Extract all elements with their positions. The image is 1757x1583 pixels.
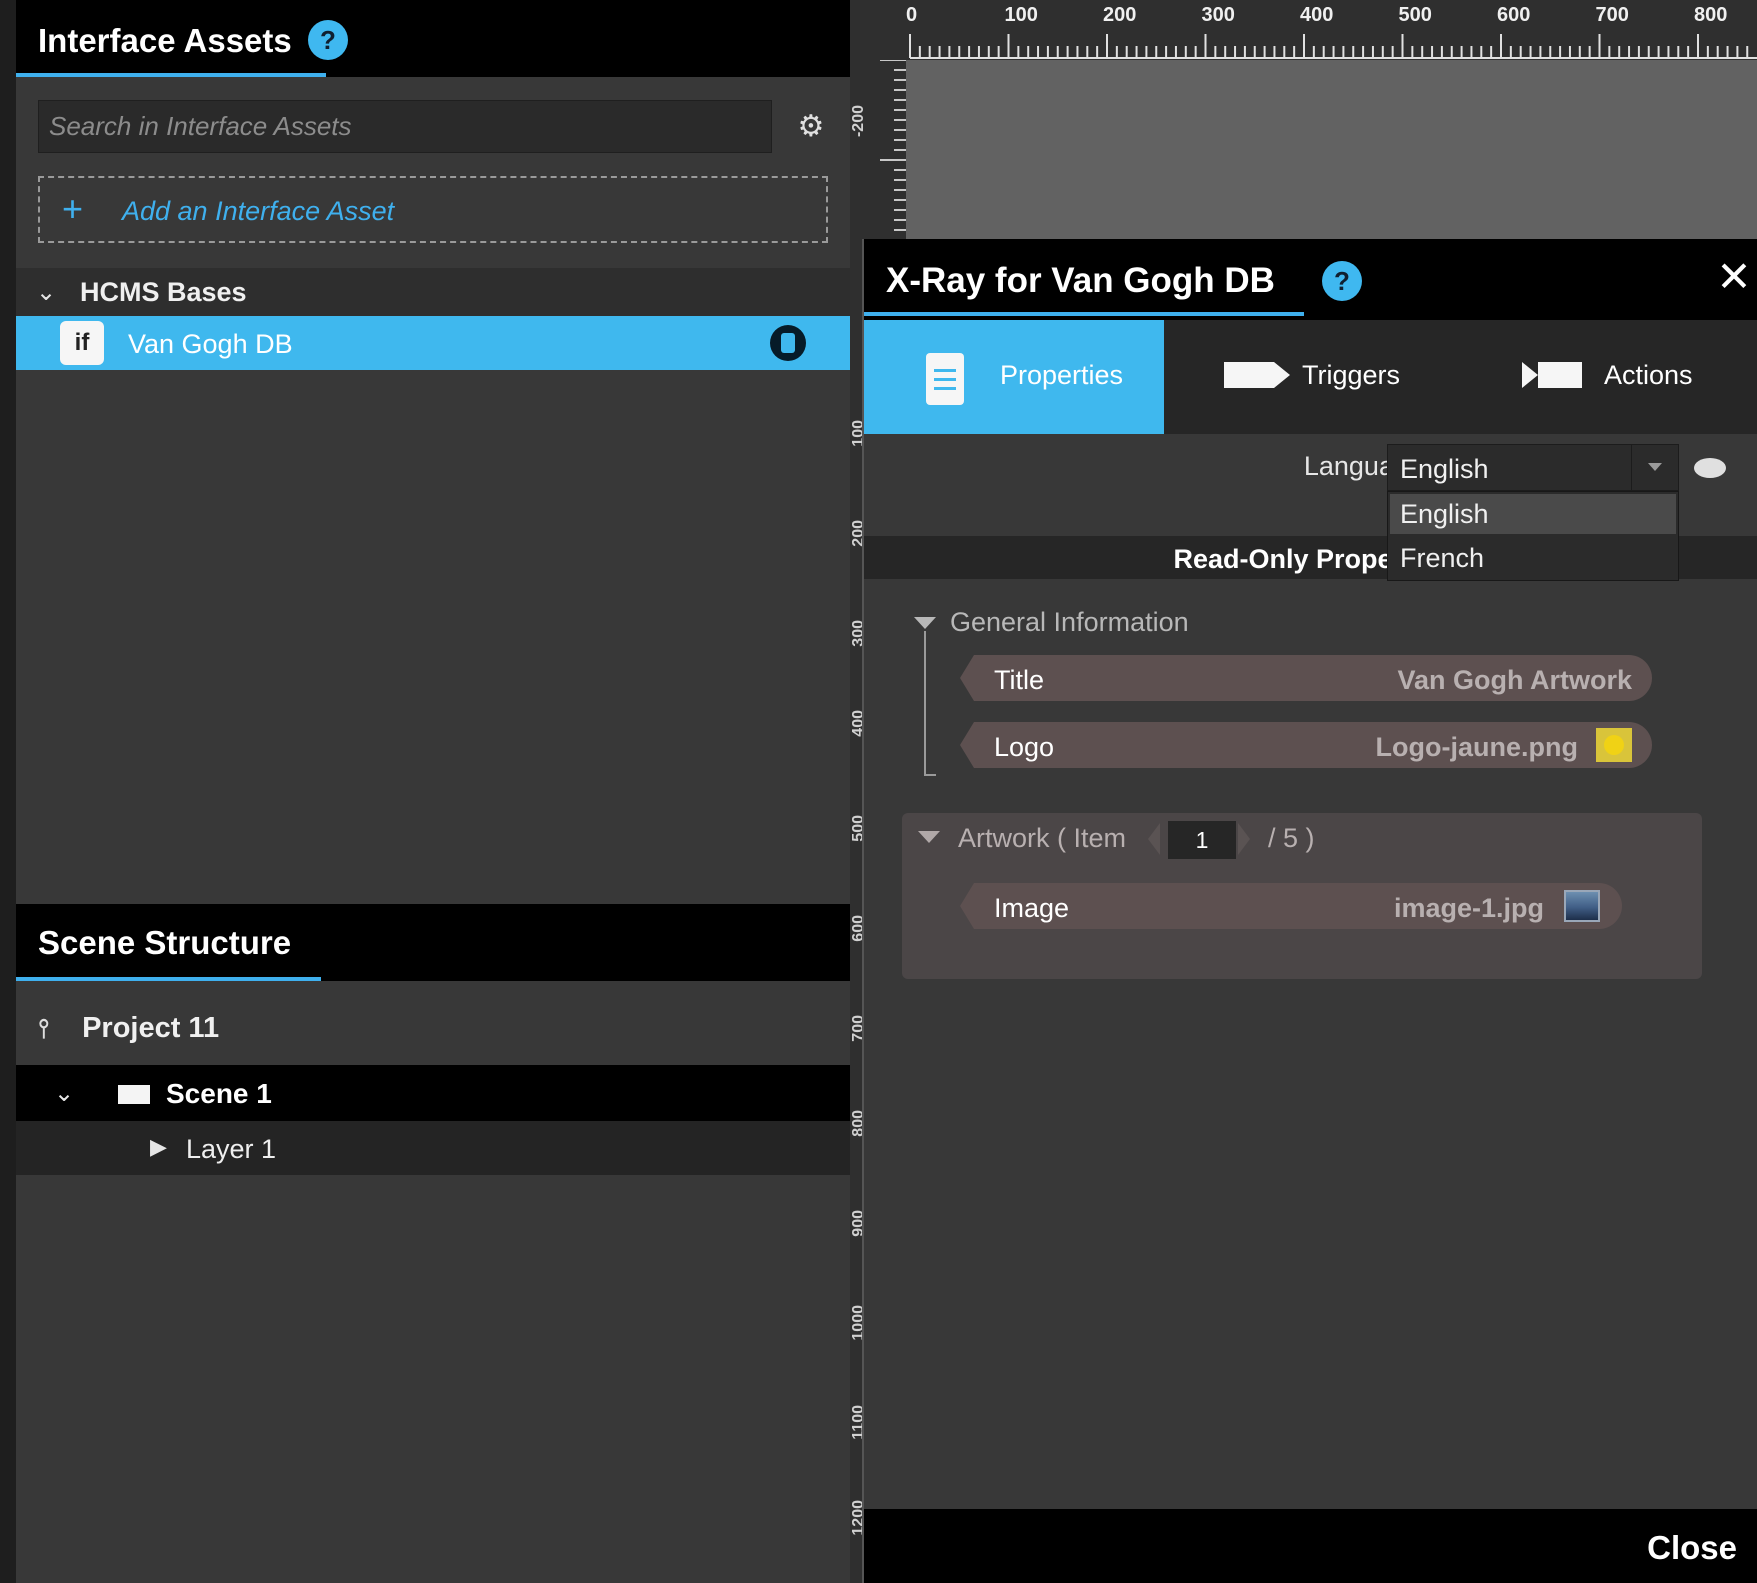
- item-total-label: / 5 ): [1268, 823, 1315, 853]
- xray-tabbar: Properties Triggers Actions: [864, 320, 1757, 434]
- app-logo-icon: if: [60, 321, 104, 365]
- property-value: Logo-jaune.png: [1375, 732, 1578, 762]
- chevron-down-icon[interactable]: ⌄: [36, 278, 56, 307]
- tab-underline: [16, 977, 321, 981]
- property-key: Logo: [994, 732, 1055, 762]
- project-icon: ⫯: [38, 1013, 50, 1043]
- tab-actions[interactable]: Actions: [1464, 320, 1757, 434]
- ruler-label: 400: [1300, 4, 1334, 26]
- artwork-group: Artwork ( Item 1 / 5 ) Image image-1.jpg: [902, 813, 1702, 979]
- tab-properties[interactable]: Properties: [864, 320, 1164, 434]
- trigger-arrow-icon: [1224, 362, 1290, 388]
- hcms-bases-label: HCMS Bases: [80, 277, 247, 307]
- scene-icon: [118, 1085, 150, 1104]
- xray-footer: Close: [864, 1509, 1757, 1583]
- tab-triggers[interactable]: Triggers: [1164, 320, 1464, 434]
- artwork-label: Artwork ( Item: [958, 823, 1127, 853]
- property-value: image-1.jpg: [1393, 893, 1544, 923]
- property-key: Image: [994, 893, 1070, 923]
- eye-icon[interactable]: [1694, 458, 1726, 478]
- asset-item-label: Van Gogh DB: [128, 329, 293, 359]
- previous-item-button[interactable]: [1148, 823, 1160, 855]
- title-underline: [864, 312, 1304, 316]
- image-swatch-icon: [1596, 728, 1632, 762]
- xray-title: X-Ray for Van Gogh DB: [886, 261, 1275, 300]
- language-option-english[interactable]: English: [1390, 494, 1676, 534]
- ruler-label: 700: [1595, 4, 1629, 26]
- select-divider: [1631, 445, 1632, 490]
- ruler-label: 800: [1694, 4, 1728, 26]
- app-window: Interface Assets ? Search in Interface A…: [0, 0, 1757, 1583]
- image-thumbnail-icon: [1564, 890, 1600, 922]
- language-select[interactable]: English: [1387, 444, 1679, 491]
- scene-structure-title: Scene Structure: [38, 924, 292, 961]
- language-option-french[interactable]: French: [1390, 538, 1676, 578]
- layer-row[interactable]: ▶ Layer 1: [16, 1121, 850, 1175]
- tab-label: Triggers: [1302, 360, 1401, 390]
- scene-row[interactable]: ⌄ Scene 1: [16, 1065, 850, 1121]
- property-key: Title: [994, 665, 1045, 695]
- tab-label: Properties: [1000, 360, 1124, 390]
- item-index-input[interactable]: 1: [1168, 821, 1236, 859]
- document-icon: [926, 353, 964, 405]
- close-button[interactable]: Close: [1647, 1529, 1737, 1567]
- property-row-logo[interactable]: Logo Logo-jaune.png: [960, 722, 1652, 768]
- interface-assets-title: Interface Assets: [38, 22, 292, 59]
- hcms-bases-group[interactable]: ⌄ HCMS Bases: [16, 268, 850, 316]
- action-flag-icon: [1522, 362, 1582, 388]
- interface-assets-header: Interface Assets ?: [16, 0, 850, 77]
- search-input[interactable]: Search in Interface Assets: [38, 100, 772, 153]
- property-row-image[interactable]: Image image-1.jpg: [960, 883, 1622, 929]
- collapse-triangle-icon[interactable]: [914, 617, 936, 629]
- close-icon[interactable]: ✕: [1714, 256, 1754, 298]
- chevron-right-icon[interactable]: ▶: [150, 1134, 167, 1160]
- gear-icon[interactable]: ⚙: [794, 110, 828, 144]
- chevron-down-icon[interactable]: [1648, 463, 1662, 471]
- add-interface-asset-label: Add an Interface Asset: [122, 196, 395, 226]
- xray-header: X-Ray for Van Gogh DB ? ✕: [864, 239, 1757, 320]
- ruler-label: 100: [1004, 4, 1038, 26]
- ruler-label: 500: [1398, 4, 1432, 26]
- help-icon[interactable]: ?: [1322, 261, 1362, 301]
- general-information-label: General Information: [950, 607, 1189, 637]
- property-row-title[interactable]: Title Van Gogh Artwork: [960, 655, 1652, 701]
- language-dropdown: English French: [1387, 491, 1679, 581]
- tab-underline: [16, 73, 326, 77]
- add-interface-asset-button[interactable]: + Add an Interface Asset: [38, 176, 828, 243]
- chevron-down-icon[interactable]: ⌄: [54, 1079, 74, 1108]
- ruler-label: 0: [906, 4, 918, 26]
- scene-structure-header: Scene Structure: [16, 904, 850, 981]
- layer-label: Layer 1: [186, 1134, 277, 1164]
- ruler-label: 600: [1497, 4, 1531, 26]
- ruler-label: 300: [1201, 4, 1235, 26]
- language-label: Language: [1303, 451, 1424, 481]
- property-value: Van Gogh Artwork: [1397, 665, 1632, 695]
- xray-dialog: X-Ray for Van Gogh DB ? ✕ Properties Tri…: [862, 239, 1757, 1583]
- ruler-label: -200: [850, 105, 867, 138]
- next-item-button[interactable]: [1238, 823, 1250, 855]
- left-panel: Interface Assets ? Search in Interface A…: [0, 0, 850, 1583]
- tab-label: Actions: [1604, 360, 1693, 390]
- database-icon[interactable]: [770, 325, 806, 361]
- language-value: English: [1400, 454, 1489, 484]
- tree-connector: [924, 631, 936, 776]
- project-label: Project 11: [82, 1012, 220, 1044]
- plus-icon: +: [62, 188, 84, 229]
- ruler-label: 200: [1103, 4, 1137, 26]
- collapse-triangle-icon[interactable]: [918, 831, 940, 843]
- project-row[interactable]: ⫯ Project 11: [38, 1012, 219, 1045]
- scene-label: Scene 1: [166, 1078, 272, 1109]
- asset-item-van-gogh-db[interactable]: if Van Gogh DB: [16, 316, 850, 370]
- help-icon[interactable]: ?: [308, 20, 348, 60]
